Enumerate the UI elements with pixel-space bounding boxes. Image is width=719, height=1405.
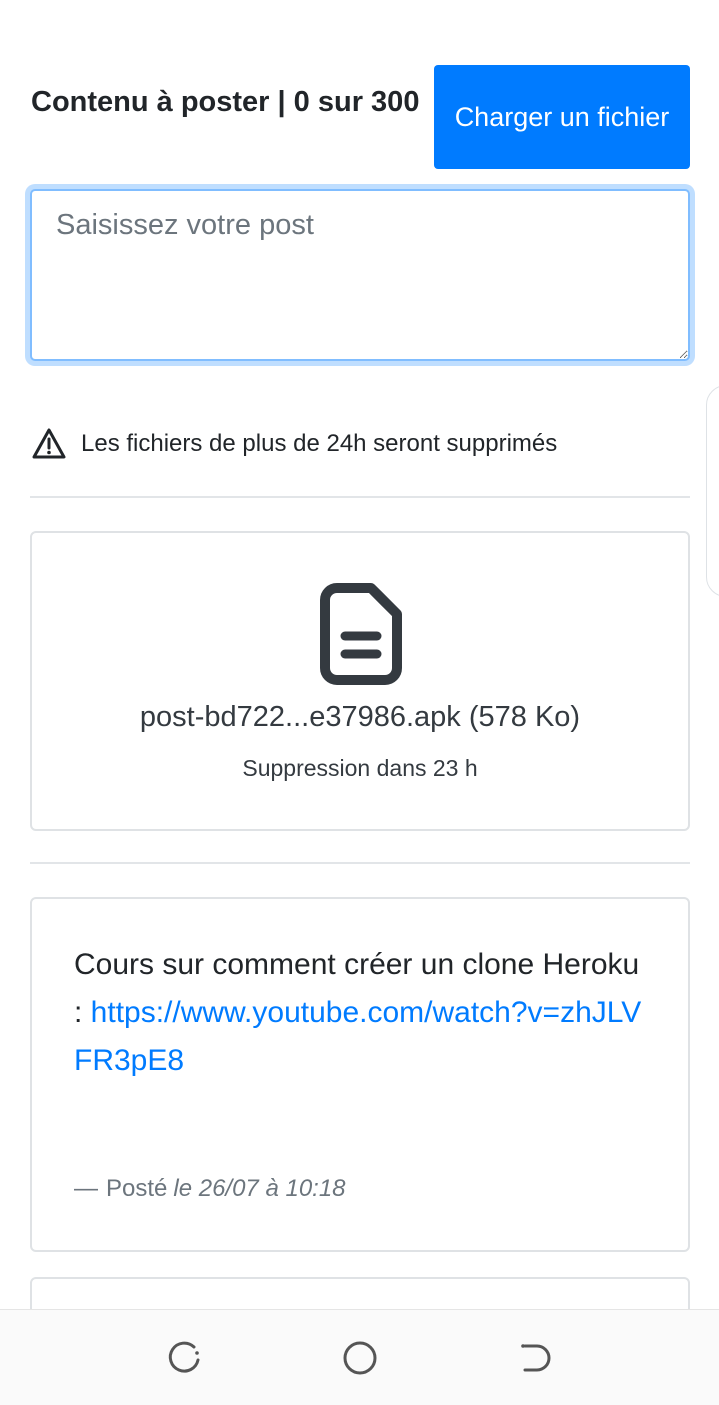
text-post-card: Cours sur comment créer un clone Heroku … bbox=[30, 897, 690, 1252]
divider bbox=[30, 862, 690, 864]
expiry-notice-text: Les fichiers de plus de 24h seront suppr… bbox=[81, 430, 558, 457]
composer-title: Contenu à poster | 0 sur 300 bbox=[31, 86, 420, 118]
post-text: Cours sur comment créer un clone Heroku … bbox=[74, 941, 644, 1085]
home-button[interactable] bbox=[340, 1338, 380, 1378]
recent-apps-button[interactable] bbox=[164, 1338, 204, 1378]
expiry-notice: Les fichiers de plus de 24h seront suppr… bbox=[31, 426, 557, 462]
post-meta: — Posté le 26/07 à 10:18 bbox=[74, 1175, 346, 1203]
meta-prefix: Posté bbox=[106, 1175, 168, 1202]
upload-file-button[interactable]: Charger un fichier bbox=[434, 65, 690, 169]
page: Contenu à poster | 0 sur 300 Charger un … bbox=[0, 0, 719, 1405]
warning-triangle-icon bbox=[32, 428, 66, 459]
side-drawer-handle[interactable] bbox=[706, 385, 719, 597]
file-document-icon bbox=[320, 583, 402, 685]
back-button[interactable] bbox=[515, 1338, 555, 1378]
file-name[interactable]: post-bd722...e37986.apk (578 Ko) bbox=[32, 701, 688, 734]
divider bbox=[30, 496, 690, 498]
post-timestamp: le 26/07 à 10:18 bbox=[173, 1175, 346, 1202]
home-circle-icon bbox=[343, 1341, 377, 1375]
post-input[interactable] bbox=[30, 189, 690, 361]
back-icon bbox=[521, 1344, 551, 1372]
file-post-card[interactable]: post-bd722...e37986.apk (578 Ko) Suppres… bbox=[30, 531, 690, 831]
file-expiry: Suppression dans 23 h bbox=[242, 755, 478, 781]
post-link[interactable]: https://www.youtube.com/watch?v=zhJLVFR3… bbox=[74, 996, 641, 1077]
meta-dash: — bbox=[74, 1175, 98, 1202]
system-navigation-bar bbox=[0, 1309, 719, 1405]
recent-apps-icon bbox=[168, 1341, 200, 1373]
